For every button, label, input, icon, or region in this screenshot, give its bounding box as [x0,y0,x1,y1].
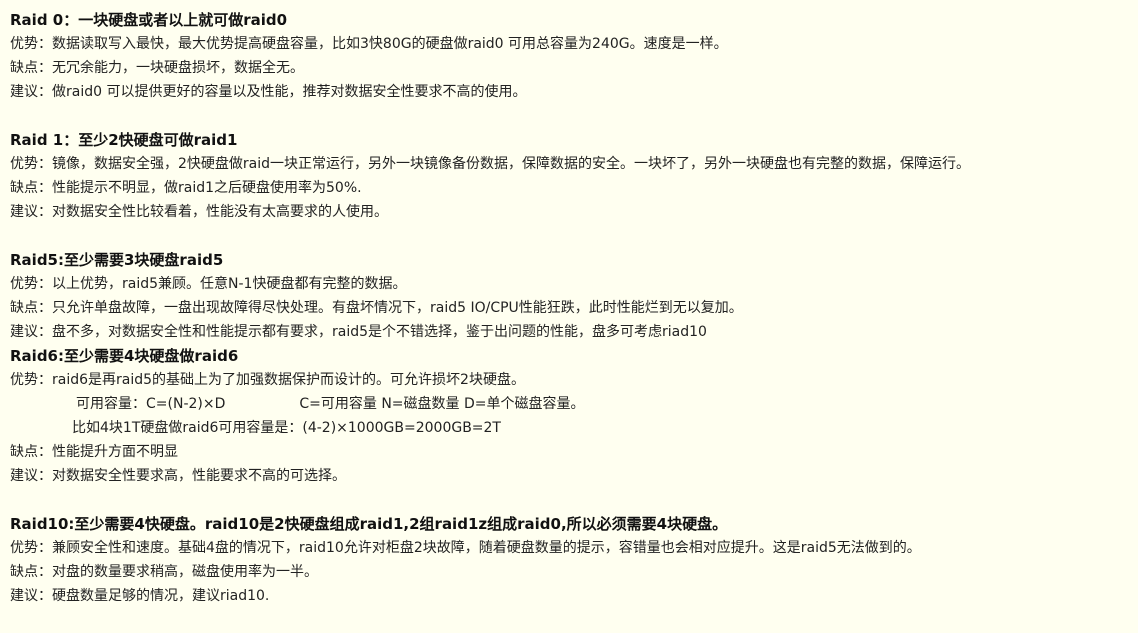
section-raid10: Raid10:至少需要4快硬盘。raid10是2快硬盘组成raid1,2组rai… [10,512,1138,608]
disadvantage-line: 缺点：只允许单盘故障，一盘出现故障得尽快处理。有盘坏情况下，raid5 IO/C… [10,300,743,316]
section-heading: Raid10:至少需要4快硬盘。raid10是2快硬盘组成raid1,2组rai… [10,515,728,533]
capacity-formula: 可用容量：C=(N-2)×D [76,396,226,412]
section-heading: Raid6:至少需要4块硬盘做raid6 [10,347,239,365]
disadvantage-line: 缺点：对盘的数量要求稍高，磁盘使用率为一半。 [10,564,318,580]
section-raid1: Raid 1：至少2快硬盘可做raid1 优势：镜像，数据安全强，2快硬盘做ra… [10,128,1138,224]
suggestion-line: 建议：盘不多，对数据安全性和性能提示都有要求，raid5是个不错选择，鉴于出问题… [10,324,707,340]
section-raid0: Raid 0：一块硬盘或者以上就可做raid0 优势：数据读取写入最快，最大优势… [10,8,1138,104]
suggestion-line: 建议：做raid0 可以提供更好的容量以及性能，推荐对数据安全性要求不高的使用。 [10,84,527,100]
advantage-line: 优势：兼顾安全性和速度。基础4盘的情况下，raid10允许对柜盘2块故障，随着硬… [10,540,921,556]
advantage-line: 优势：镜像，数据安全强，2快硬盘做raid一块正常运行，另外一块镜像备份数据，保… [10,156,971,172]
advantage-line: 优势：raid6是再raid5的基础上为了加强数据保护而设计的。可允许损坏2块硬… [10,372,525,388]
section-raid6: Raid6:至少需要4块硬盘做raid6 优势：raid6是再raid5的基础上… [10,344,1138,488]
suggestion-line: 建议：对数据安全性要求高，性能要求不高的可选择。 [10,468,346,484]
advantage-line: 优势：数据读取写入最快，最大优势提高硬盘容量，比如3快80G的硬盘做raid0 … [10,36,728,52]
formula-legend: C=可用容量 N=磁盘数量 D=单个磁盘容量。 [299,396,585,412]
disadvantage-line: 缺点：性能提示不明显，做raid1之后硬盘使用率为50%. [10,180,362,196]
capacity-formula-line: 可用容量：C=(N-2)×D C=可用容量 N=磁盘数量 D=单个磁盘容量。 [10,392,1138,416]
section-raid5: Raid5:至少需要3块硬盘raid5 优势：以上优势，raid5兼顾。任意N-… [10,248,1138,344]
capacity-example-line: 比如4块1T硬盘做raid6可用容量是：(4-2)×1000GB=2000GB=… [72,420,501,436]
disadvantage-line: 缺点：性能提升方面不明显 [10,444,178,460]
section-heading: Raid 0：一块硬盘或者以上就可做raid0 [10,11,288,29]
suggestion-line: 建议：硬盘数量足够的情况，建议riad10. [10,588,270,604]
section-heading: Raid 1：至少2快硬盘可做raid1 [10,131,238,149]
disadvantage-line: 缺点：无冗余能力，一块硬盘损坏，数据全无。 [10,60,304,76]
raid-levels-document: Raid 0：一块硬盘或者以上就可做raid0 优势：数据读取写入最快，最大优势… [10,8,1138,608]
advantage-line: 优势：以上优势，raid5兼顾。任意N-1快硬盘都有完整的数据。 [10,276,407,292]
suggestion-line: 建议：对数据安全性比较看着，性能没有太高要求的人使用。 [10,204,388,220]
section-heading: Raid5:至少需要3块硬盘raid5 [10,251,224,269]
